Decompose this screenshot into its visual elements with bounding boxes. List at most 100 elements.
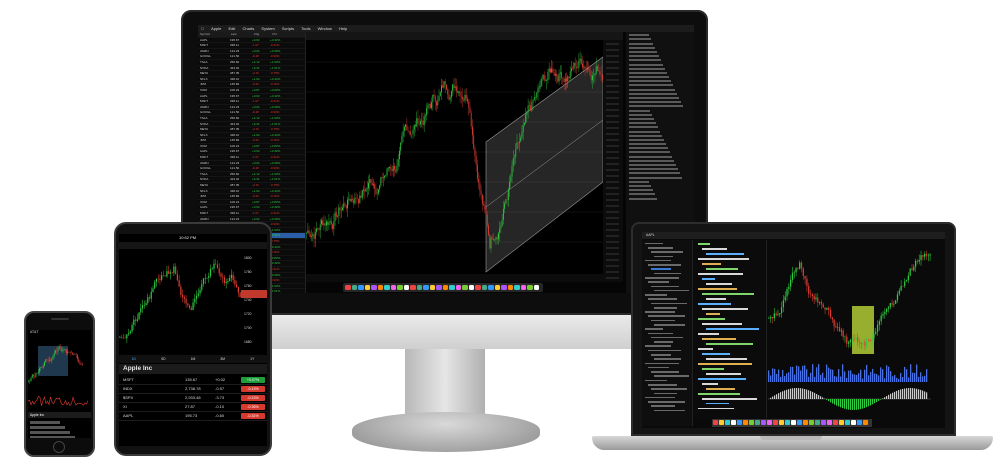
panel-line[interactable] xyxy=(629,138,664,141)
panel-line[interactable] xyxy=(629,197,657,200)
dock-app-icon[interactable] xyxy=(779,420,784,425)
time-range-tab[interactable]: 1M xyxy=(178,355,208,363)
file-tree-item[interactable] xyxy=(654,375,689,377)
dock-app-icon[interactable] xyxy=(501,284,507,290)
dock-app-icon[interactable] xyxy=(520,284,526,290)
file-tree-item[interactable] xyxy=(651,388,687,390)
file-tree-item[interactable] xyxy=(654,392,677,395)
file-tree-item[interactable] xyxy=(648,349,681,352)
panel-line[interactable] xyxy=(629,143,666,146)
time-range-tab[interactable]: 3M xyxy=(208,355,238,363)
panel-line[interactable] xyxy=(629,59,661,62)
panel-line[interactable] xyxy=(629,193,655,196)
dock-app-icon[interactable] xyxy=(345,284,351,290)
dock-app-icon[interactable] xyxy=(809,420,814,425)
dock-app-icon[interactable] xyxy=(773,420,778,425)
dock-app-icon[interactable] xyxy=(827,420,832,425)
panel-line[interactable] xyxy=(629,67,665,70)
dock-app-icon[interactable] xyxy=(533,284,539,290)
dock-app-icon[interactable] xyxy=(797,420,802,425)
dock-app-icon[interactable] xyxy=(803,420,808,425)
file-tree-item[interactable] xyxy=(648,264,681,266)
dock-app-icon[interactable] xyxy=(410,284,416,290)
phone-home-button[interactable] xyxy=(53,441,65,453)
panel-line[interactable] xyxy=(629,80,671,83)
file-tree-item[interactable] xyxy=(651,371,679,373)
dock-app-icon[interactable] xyxy=(713,420,718,425)
file-tree-item[interactable] xyxy=(645,328,663,330)
menu-item[interactable]: Edit xyxy=(228,26,235,31)
menu-item[interactable]: Apple xyxy=(211,26,221,31)
dock-app-icon[interactable] xyxy=(833,420,838,425)
menu-item[interactable]: Tools xyxy=(301,26,310,31)
quote-row[interactable]: AAPL 195.73 -0.60 -0.31% xyxy=(119,412,267,421)
file-tree-item[interactable] xyxy=(651,251,683,253)
dock-app-icon[interactable] xyxy=(494,284,500,290)
dock-app-icon[interactable] xyxy=(737,420,742,425)
panel-line[interactable] xyxy=(629,155,672,158)
dock-app-icon[interactable] xyxy=(371,284,377,290)
quote-row[interactable] xyxy=(30,435,75,438)
dock-app-icon[interactable] xyxy=(767,420,772,425)
dock-app-icon[interactable] xyxy=(403,284,409,290)
dock-app-icon[interactable] xyxy=(791,420,796,425)
time-range-tab[interactable]: 1Y xyxy=(237,355,267,363)
panel-line[interactable] xyxy=(629,55,659,58)
panel-line[interactable] xyxy=(629,117,654,120)
file-tree-item[interactable] xyxy=(645,294,667,296)
panel-line[interactable] xyxy=(629,184,651,187)
panel-line[interactable] xyxy=(629,71,667,74)
file-tree-item[interactable] xyxy=(645,379,667,382)
file-tree-item[interactable] xyxy=(645,396,675,399)
dock-app-icon[interactable] xyxy=(821,420,826,425)
dock-app-icon[interactable] xyxy=(488,284,494,290)
dock-app-icon[interactable] xyxy=(731,420,736,425)
panel-line[interactable] xyxy=(629,105,683,108)
dock-app-icon[interactable] xyxy=(475,284,481,290)
file-tree-item[interactable] xyxy=(645,242,663,245)
menu-item[interactable]: System xyxy=(261,26,274,31)
panel-line[interactable] xyxy=(629,76,669,79)
dock-app-icon[interactable] xyxy=(514,284,520,290)
dock-app-icon[interactable] xyxy=(390,284,396,290)
dock-app-icon[interactable] xyxy=(725,420,730,425)
time-range-tab[interactable]: 1D xyxy=(119,355,149,363)
column-header[interactable]: Symbol xyxy=(198,32,230,37)
dock-app-icon[interactable] xyxy=(851,420,856,425)
dock-app-icon[interactable] xyxy=(863,420,868,425)
main-chart-window[interactable] xyxy=(306,32,623,282)
file-tree-item[interactable] xyxy=(648,401,685,403)
dock-app-icon[interactable] xyxy=(755,420,760,425)
dock-app-icon[interactable] xyxy=(462,284,468,290)
quote-row[interactable] xyxy=(30,425,65,429)
file-tree-item[interactable] xyxy=(648,332,673,335)
panel-line[interactable] xyxy=(629,88,675,91)
panel-line[interactable] xyxy=(629,122,656,125)
laptop-code-editor[interactable] xyxy=(694,240,767,418)
dock-app-icon[interactable] xyxy=(436,284,442,290)
panel-line[interactable] xyxy=(629,101,681,104)
file-tree-item[interactable] xyxy=(645,276,679,279)
panel-line[interactable] xyxy=(629,42,653,45)
dock-app-icon[interactable] xyxy=(455,284,461,290)
panel-line[interactable] xyxy=(629,130,660,133)
panel-line[interactable] xyxy=(629,84,673,87)
panel-line[interactable] xyxy=(629,180,649,183)
dock-app-icon[interactable] xyxy=(468,284,474,290)
panel-line[interactable] xyxy=(629,46,655,49)
file-tree-item[interactable] xyxy=(651,319,675,322)
file-tree-item[interactable] xyxy=(654,255,673,258)
quote-row[interactable] xyxy=(30,420,60,424)
time-range-tab[interactable]: 5D xyxy=(149,355,179,363)
file-tree-item[interactable] xyxy=(651,302,687,305)
dock-app-icon[interactable] xyxy=(358,284,364,290)
dock-app-icon[interactable] xyxy=(377,284,383,290)
panel-line[interactable] xyxy=(629,63,663,66)
menu-item[interactable]: Scripts xyxy=(282,26,294,31)
dock-app-icon[interactable] xyxy=(815,420,820,425)
file-tree-item[interactable] xyxy=(654,341,673,343)
dock-app-icon[interactable] xyxy=(423,284,429,290)
panel-line[interactable] xyxy=(629,164,676,166)
file-tree-item[interactable] xyxy=(654,306,677,309)
file-tree-item[interactable] xyxy=(654,358,681,360)
